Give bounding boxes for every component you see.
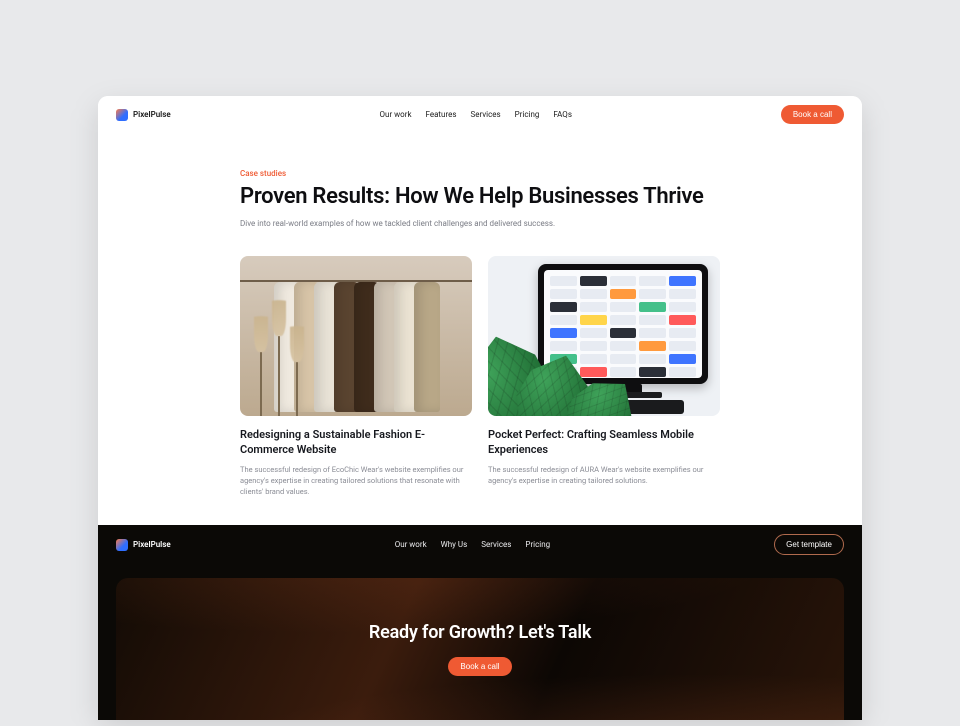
page-lead: Dive into real-world examples of how we … [240, 219, 720, 228]
cta-title: Ready for Growth? Let's Talk [369, 622, 591, 643]
nav-faqs[interactable]: FAQs [553, 110, 572, 119]
nav-features[interactable]: Features [426, 110, 457, 119]
site-header: PixelPulse Our work Features Services Pr… [98, 96, 862, 133]
brand-name: PixelPulse [133, 110, 171, 119]
case-description: The successful redesign of AURA Wear's w… [488, 464, 720, 487]
book-call-button[interactable]: Book a call [448, 657, 511, 676]
case-card[interactable]: Pocket Perfect: Crafting Seamless Mobile… [488, 256, 720, 497]
case-description: The successful redesign of EcoChic Wear'… [240, 464, 472, 498]
brand[interactable]: PixelPulse [116, 109, 171, 121]
primary-nav: Our work Features Services Pricing FAQs [380, 110, 572, 119]
brand[interactable]: PixelPulse [116, 539, 171, 551]
nav-why-us[interactable]: Why Us [441, 540, 468, 549]
secondary-nav: Our work Why Us Services Pricing [395, 540, 550, 549]
dark-header: PixelPulse Our work Why Us Services Pric… [98, 525, 862, 564]
book-call-button[interactable]: Book a call [781, 105, 844, 124]
dark-section: PixelPulse Our work Why Us Services Pric… [98, 525, 862, 720]
brand-name: PixelPulse [133, 540, 171, 549]
page-title: Proven Results: How We Help Businesses T… [240, 184, 720, 209]
section-eyebrow: Case studies [240, 169, 720, 178]
page-window: PixelPulse Our work Features Services Pr… [98, 96, 862, 720]
logo-icon [116, 539, 128, 551]
nav-our-work[interactable]: Our work [380, 110, 412, 119]
case-thumbnail [488, 256, 720, 416]
cta-hero: Ready for Growth? Let's Talk Book a call [116, 578, 844, 720]
nav-services[interactable]: Services [470, 110, 500, 119]
case-thumbnail [240, 256, 472, 416]
case-studies-section: Case studies Proven Results: How We Help… [98, 133, 862, 525]
case-title: Pocket Perfect: Crafting Seamless Mobile… [488, 428, 720, 458]
case-grid: Redesigning a Sustainable Fashion E-Comm… [240, 256, 720, 497]
nav-services[interactable]: Services [481, 540, 511, 549]
case-title: Redesigning a Sustainable Fashion E-Comm… [240, 428, 472, 458]
get-template-button[interactable]: Get template [774, 534, 844, 555]
nav-our-work[interactable]: Our work [395, 540, 427, 549]
nav-pricing[interactable]: Pricing [525, 540, 550, 549]
nav-pricing[interactable]: Pricing [515, 110, 540, 119]
logo-icon [116, 109, 128, 121]
case-card[interactable]: Redesigning a Sustainable Fashion E-Comm… [240, 256, 472, 497]
